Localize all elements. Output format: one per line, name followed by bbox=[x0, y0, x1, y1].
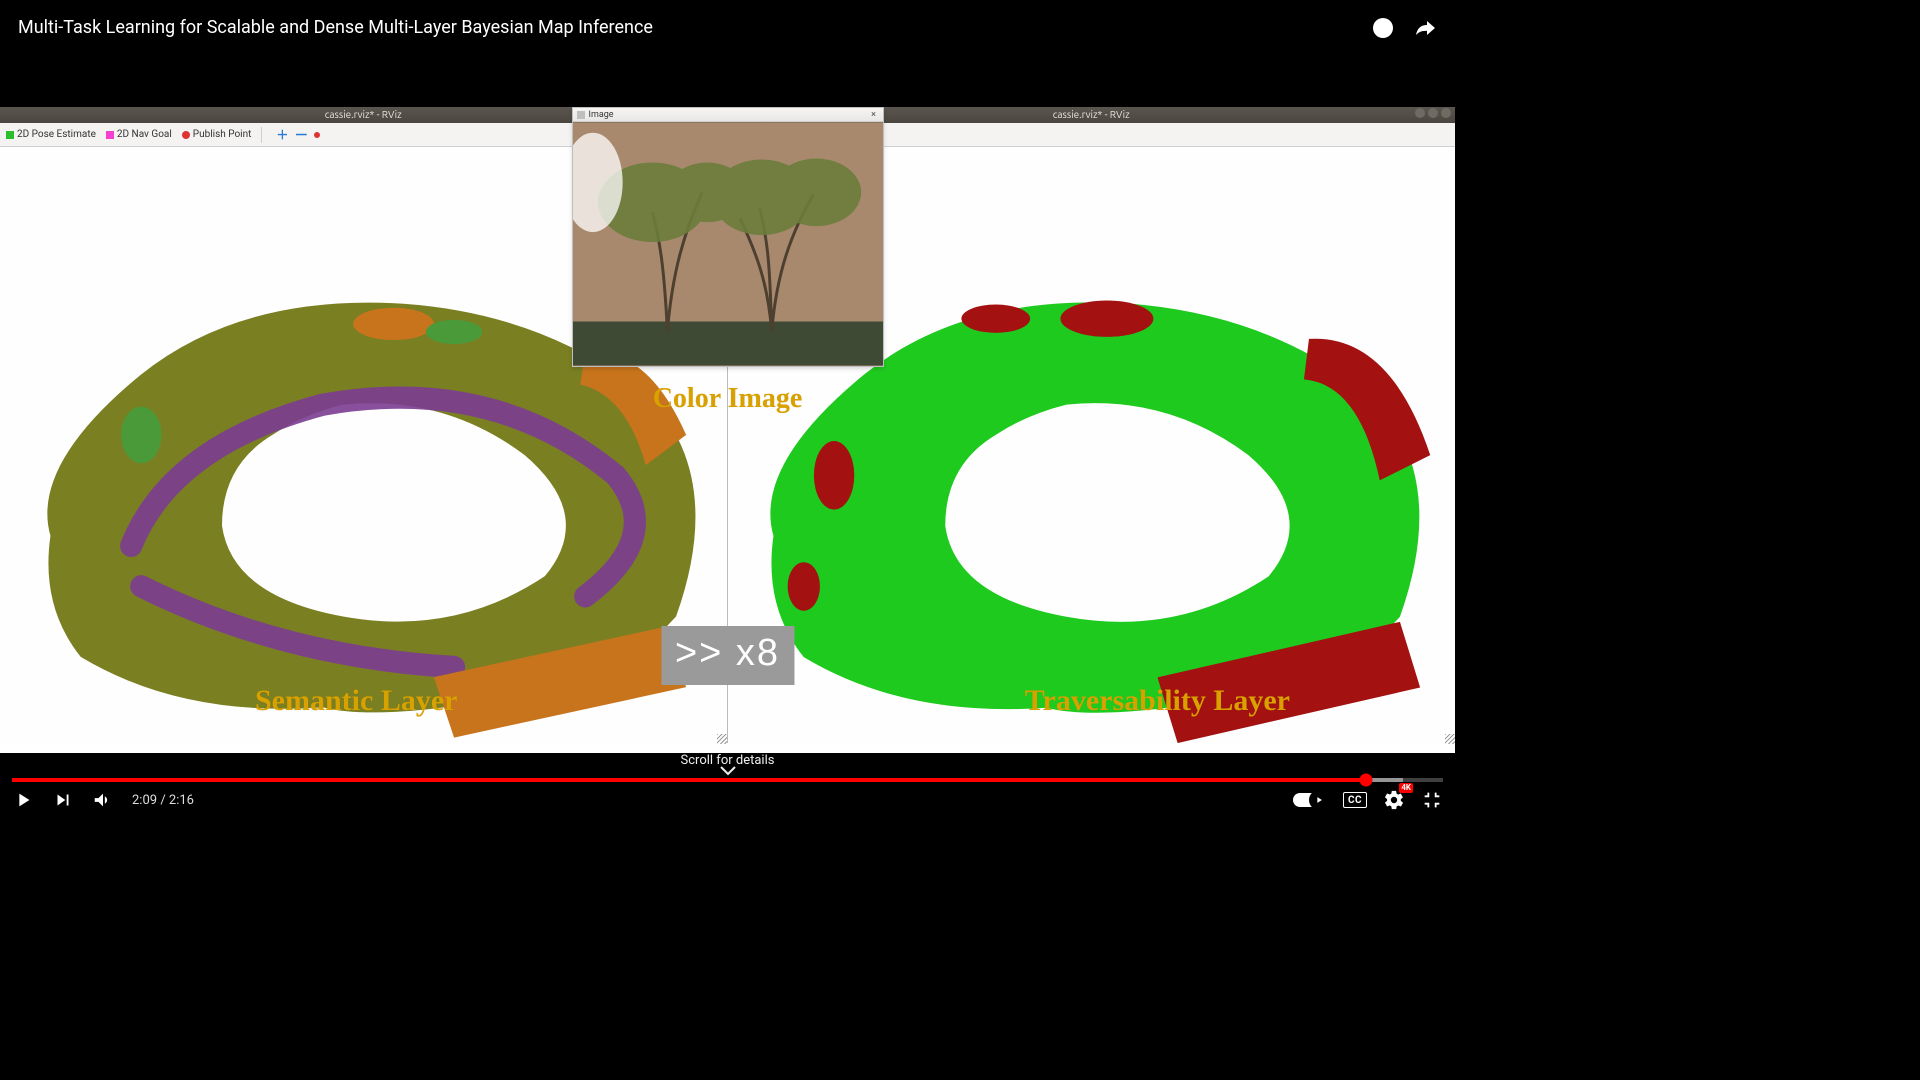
arrow-icon bbox=[106, 131, 114, 139]
toolbar-separator bbox=[261, 127, 262, 143]
volume-button[interactable] bbox=[92, 789, 114, 811]
next-button[interactable] bbox=[52, 789, 74, 811]
captions-button[interactable]: CC bbox=[1343, 792, 1367, 808]
resize-grip[interactable] bbox=[717, 734, 727, 744]
tool-publish-point[interactable]: Publish Point bbox=[182, 129, 252, 140]
quality-badge: 4K bbox=[1399, 783, 1413, 793]
minus-icon[interactable]: － bbox=[294, 125, 308, 145]
duration: 2:16 bbox=[169, 793, 194, 808]
tool-pose-estimate-label: 2D Pose Estimate bbox=[17, 129, 96, 140]
controls-left: 2:09 / 2:16 bbox=[12, 789, 194, 811]
camera-image bbox=[573, 122, 883, 366]
exit-fullscreen-icon bbox=[1421, 788, 1443, 812]
title-actions bbox=[1371, 16, 1437, 40]
rviz-left-title: cassie.rviz* - RViz bbox=[325, 109, 402, 120]
frame-content: cassie.rviz* - RViz 2D Pose Estimate 2D … bbox=[0, 107, 1455, 753]
color-image-window: Image × bbox=[572, 107, 884, 367]
color-image-label: Color Image bbox=[653, 383, 803, 415]
play-button[interactable] bbox=[12, 789, 34, 811]
controls-right: CC 4K bbox=[1293, 789, 1443, 811]
image-window-title: Image bbox=[589, 110, 614, 120]
pin-icon bbox=[182, 131, 190, 139]
image-window-titlebar[interactable]: Image × bbox=[573, 108, 883, 122]
control-row: 2:09 / 2:16 CC 4K bbox=[0, 782, 1455, 818]
close-icon[interactable]: × bbox=[869, 110, 879, 120]
time-sep: / bbox=[160, 793, 169, 808]
resize-grip[interactable] bbox=[1445, 734, 1455, 744]
autoplay-toggle[interactable] bbox=[1293, 793, 1327, 807]
current-time: 2:09 bbox=[132, 793, 157, 808]
share-icon[interactable] bbox=[1413, 16, 1437, 40]
tool-nav-goal-label: 2D Nav Goal bbox=[117, 129, 172, 140]
video-title: Multi-Task Learning for Scalable and Den… bbox=[18, 17, 1371, 38]
window-dot[interactable] bbox=[1428, 108, 1438, 118]
tool-pose-estimate[interactable]: 2D Pose Estimate bbox=[6, 129, 96, 140]
traversability-layer-label: Traversability Layer bbox=[1025, 684, 1290, 718]
arrow-icon bbox=[6, 131, 14, 139]
autoplay-knob bbox=[1309, 790, 1329, 810]
time-display: 2:09 / 2:16 bbox=[132, 793, 194, 808]
scroll-hint: Scroll for details bbox=[0, 753, 1455, 776]
rviz-right-title: cassie.rviz* - RViz bbox=[1053, 109, 1130, 120]
tool-publish-point-label: Publish Point bbox=[193, 129, 252, 140]
window-dot[interactable] bbox=[1415, 108, 1425, 118]
plus-icon[interactable]: ＋ bbox=[276, 126, 288, 143]
window-dot[interactable] bbox=[1441, 108, 1451, 118]
semantic-layer-label: Semantic Layer bbox=[255, 684, 457, 718]
window-app-icon bbox=[577, 111, 585, 119]
tool-nav-goal[interactable]: 2D Nav Goal bbox=[106, 129, 172, 140]
color-image-view bbox=[573, 122, 883, 366]
settings-button[interactable]: 4K bbox=[1383, 789, 1405, 811]
toolbar-zoom-controls: ＋ － bbox=[276, 125, 320, 145]
playback-speed-overlay: >> x8 bbox=[661, 626, 794, 685]
exit-fullscreen-button[interactable] bbox=[1421, 789, 1443, 811]
window-controls bbox=[1415, 108, 1451, 118]
watch-later-icon[interactable] bbox=[1371, 16, 1395, 40]
video-frame[interactable]: cassie.rviz* - RViz 2D Pose Estimate 2D … bbox=[0, 55, 1455, 753]
scroll-hint-text: Scroll for details bbox=[681, 753, 775, 768]
player-controls: Scroll for details 2:09 / bbox=[0, 753, 1455, 818]
video-player: Multi-Task Learning for Scalable and Den… bbox=[0, 0, 1455, 818]
record-icon[interactable] bbox=[314, 132, 320, 138]
title-row: Multi-Task Learning for Scalable and Den… bbox=[0, 0, 1455, 55]
